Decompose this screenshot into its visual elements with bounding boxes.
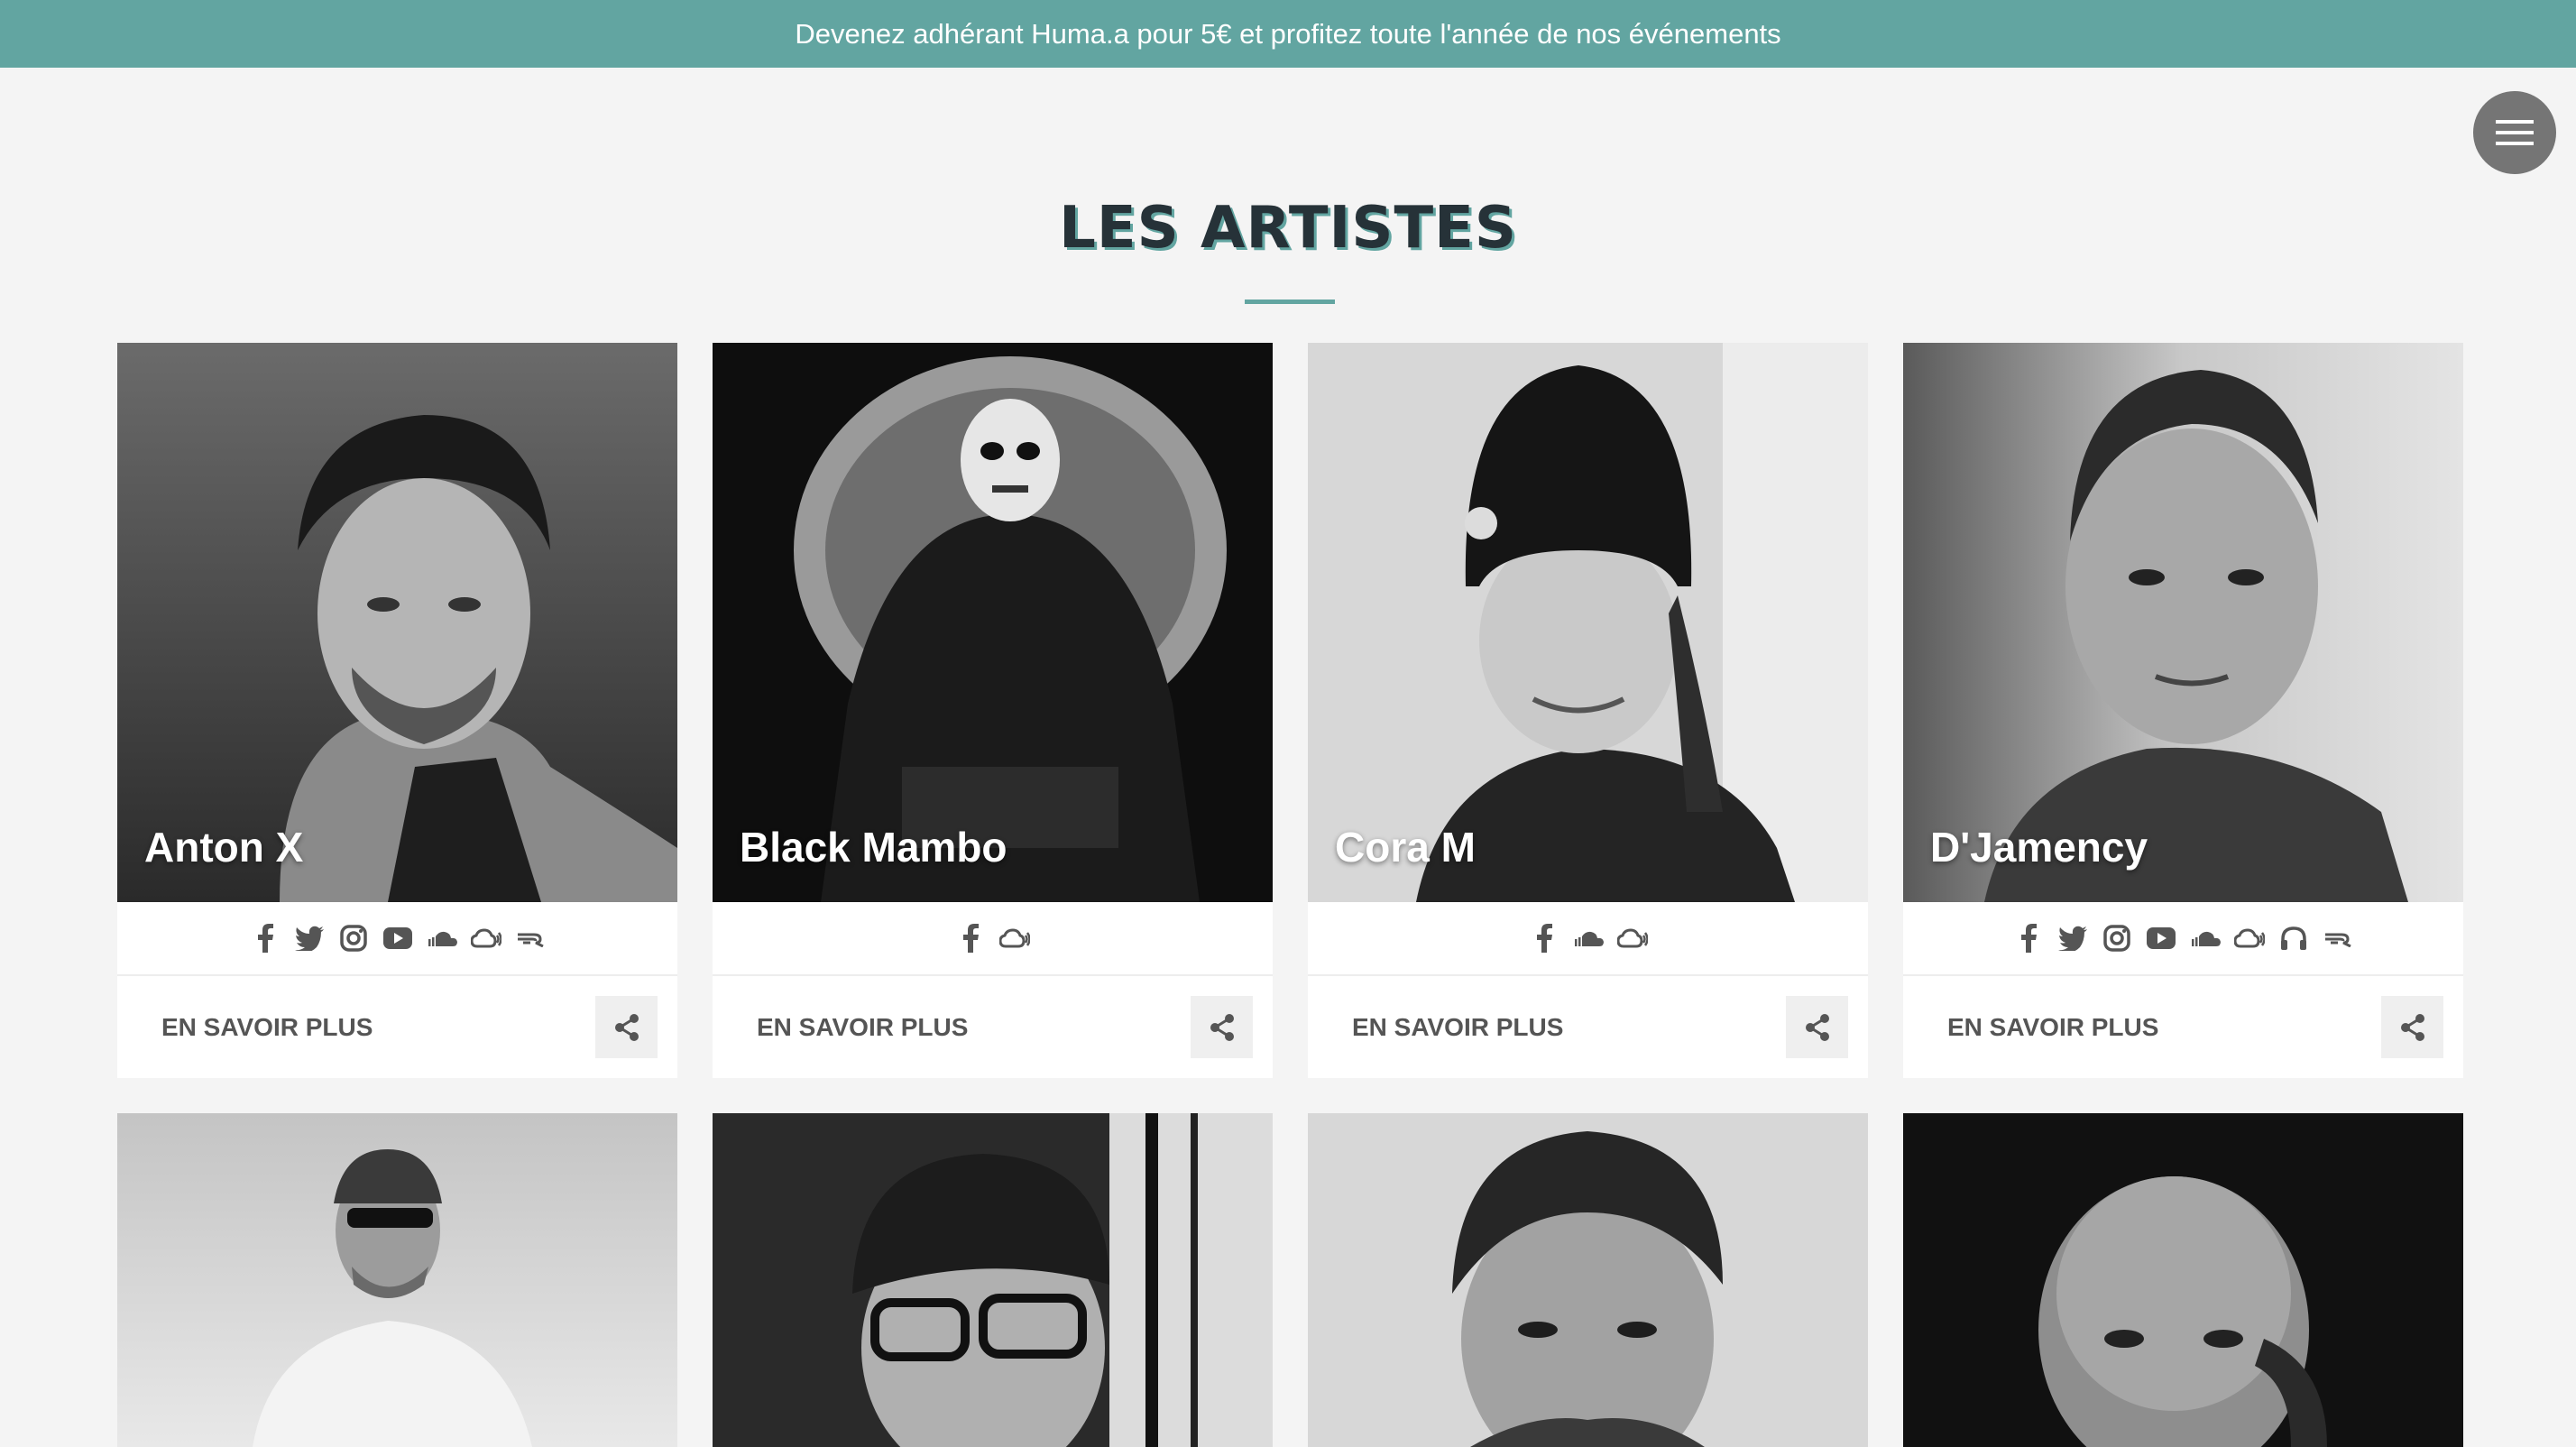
mixcloud-icon[interactable]: [1616, 922, 1649, 954]
instagram-icon[interactable]: [2101, 922, 2133, 954]
youtube-icon[interactable]: [382, 922, 414, 954]
residentadvisor-icon[interactable]: [2322, 922, 2354, 954]
twitter-icon[interactable]: [293, 922, 326, 954]
artist-card: [713, 1113, 1273, 1447]
more-info-link[interactable]: EN SAVOIR PLUS: [757, 1013, 968, 1042]
card-footer: EN SAVOIR PLUS: [1903, 976, 2463, 1078]
soundcloud-icon[interactable]: [426, 922, 458, 954]
facebook-icon[interactable]: [1528, 922, 1560, 954]
twitter-icon[interactable]: [2056, 922, 2089, 954]
artist-name: D'Jamency: [1930, 824, 2148, 871]
artist-card: D'Jamency EN SAVOIR PLUS: [1903, 343, 2463, 1078]
soundcloud-icon[interactable]: [1572, 922, 1605, 954]
card-footer: EN SAVOIR PLUS: [117, 976, 677, 1078]
facebook-icon[interactable]: [249, 922, 281, 954]
share-icon: [614, 1013, 639, 1041]
membership-banner[interactable]: Devenez adhérant Huma.a pour 5€ et profi…: [0, 0, 2576, 68]
mixcloud-icon[interactable]: [2233, 922, 2266, 954]
headphones-icon[interactable]: [2277, 922, 2310, 954]
artist-photo[interactable]: D'Jamency: [1903, 343, 2463, 902]
menu-button[interactable]: [2473, 91, 2556, 174]
title-underline: [1245, 300, 1335, 304]
membership-banner-text: Devenez adhérant Huma.a pour 5€ et profi…: [795, 17, 1781, 50]
card-footer: EN SAVOIR PLUS: [713, 976, 1273, 1078]
artist-card: Anton X EN SAVOIR PLUS: [117, 343, 677, 1078]
share-icon: [1805, 1013, 1829, 1041]
facebook-icon[interactable]: [954, 922, 987, 954]
page-title: LES ARTISTES: [1059, 195, 1517, 262]
hamburger-menu-icon: [2496, 120, 2534, 145]
share-button[interactable]: [1786, 996, 1848, 1058]
share-button[interactable]: [2381, 996, 2443, 1058]
share-button[interactable]: [595, 996, 658, 1058]
artist-card: Cora M EN SAVOIR PLUS: [1308, 343, 1868, 1078]
social-links: [1308, 902, 1868, 976]
artist-photo[interactable]: [1903, 1113, 2463, 1447]
artist-photo[interactable]: [117, 1113, 677, 1447]
share-button[interactable]: [1191, 996, 1253, 1058]
artist-name: Anton X: [144, 824, 304, 871]
more-info-link[interactable]: EN SAVOIR PLUS: [161, 1013, 373, 1042]
artist-photo[interactable]: Anton X: [117, 343, 677, 902]
artist-card: Black Mambo EN SAVOIR PLUS: [713, 343, 1273, 1078]
youtube-icon[interactable]: [2145, 922, 2177, 954]
mixcloud-icon[interactable]: [470, 922, 502, 954]
soundcloud-icon[interactable]: [2189, 922, 2222, 954]
residentadvisor-icon[interactable]: [514, 922, 547, 954]
artist-photo[interactable]: Cora M: [1308, 343, 1868, 902]
social-links: [713, 902, 1273, 976]
more-info-link[interactable]: EN SAVOIR PLUS: [1947, 1013, 2158, 1042]
card-footer: EN SAVOIR PLUS: [1308, 976, 1868, 1078]
more-info-link[interactable]: EN SAVOIR PLUS: [1352, 1013, 1563, 1042]
artist-photo[interactable]: [713, 1113, 1273, 1447]
share-icon: [1210, 1013, 1234, 1041]
social-links: [117, 902, 677, 976]
facebook-icon[interactable]: [2012, 922, 2045, 954]
artist-card: [1308, 1113, 1868, 1447]
artist-photo[interactable]: Black Mambo: [713, 343, 1273, 902]
artist-card: [1903, 1113, 2463, 1447]
artist-card: [117, 1113, 677, 1447]
artist-name: Black Mambo: [740, 824, 1007, 871]
share-icon: [2400, 1013, 2424, 1041]
artist-photo[interactable]: [1308, 1113, 1868, 1447]
social-links: [1903, 902, 2463, 976]
mixcloud-icon[interactable]: [998, 922, 1031, 954]
artist-name: Cora M: [1335, 824, 1476, 871]
instagram-icon[interactable]: [337, 922, 370, 954]
